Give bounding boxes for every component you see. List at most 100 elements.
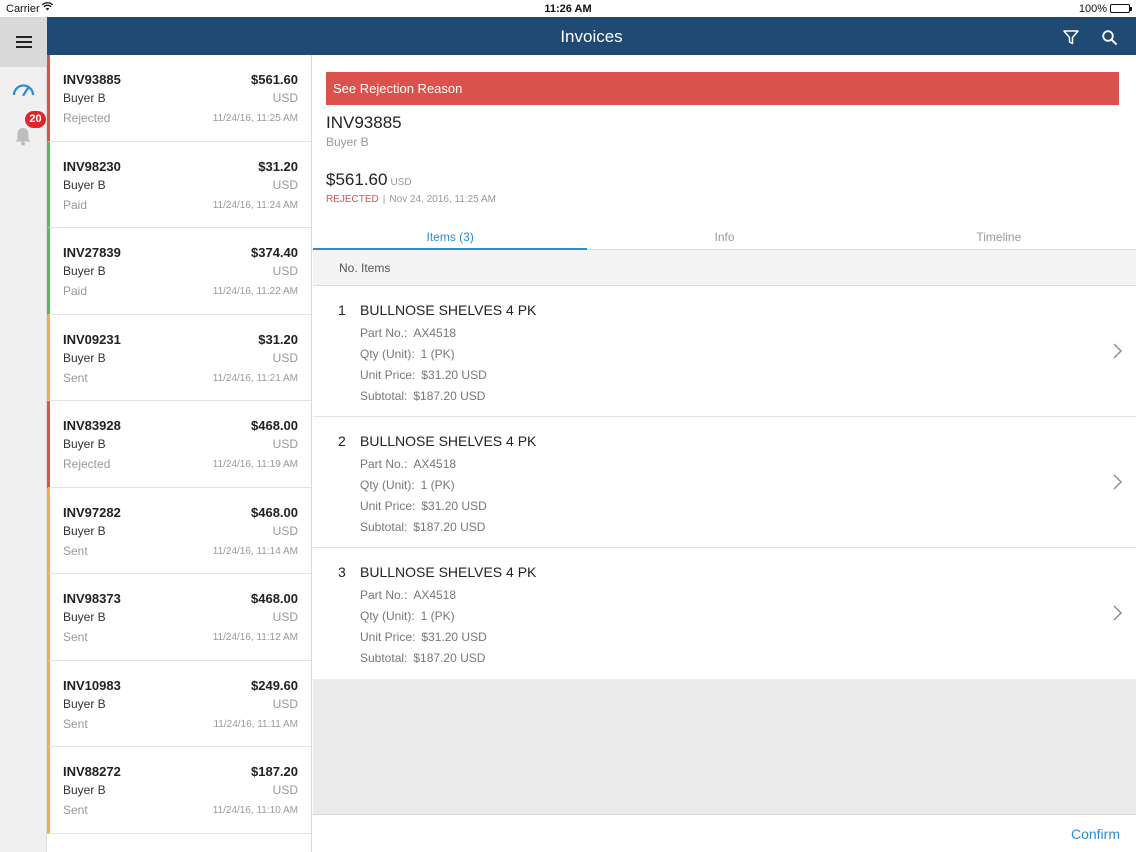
invoice-date: 11/24/16, 11:24 AM — [212, 199, 298, 211]
invoice-date: 11/24/16, 11:10 AM — [212, 805, 298, 816]
invoice-buyer: Buyer B — [63, 437, 106, 451]
invoice-number: INV09231 — [63, 331, 121, 347]
dashboard-icon[interactable] — [12, 81, 35, 102]
item-subtotal: Subtotal: $187.20 USD — [360, 389, 485, 403]
clock: 11:26 AM — [544, 3, 592, 15]
notification-badge: 20 — [25, 111, 46, 128]
line-item[interactable]: 2 BULLNOSE SHELVES 4 PK Part No.: AX4518 Qty… — [313, 417, 1136, 548]
detail-buyer: Buyer B — [326, 135, 369, 149]
invoice-row[interactable]: INV09231 $31.20 Buyer B USD Sent 11/24/16, 11… — [47, 314, 311, 401]
bottom-toolbar: Confirm — [313, 814, 1136, 852]
search-icon[interactable] — [1102, 30, 1117, 50]
invoice-row[interactable]: INV88272 $187.20 Buyer B USD Sent 11/24/16, 1… — [47, 747, 311, 834]
item-index: 1 — [338, 302, 346, 318]
tab-items[interactable]: Items (3) — [313, 225, 588, 250]
tab-timeline[interactable]: Timeline — [862, 225, 1136, 249]
part-label: Part No.: — [360, 457, 408, 471]
filter-icon[interactable] — [1063, 30, 1079, 50]
subtotal-label: Subtotal: — [360, 520, 408, 534]
invoice-date: 11/24/16, 11:22 AM — [212, 286, 298, 297]
invoice-buyer: Buyer B — [63, 91, 106, 105]
item-unit-price: Unit Price: $31.20 USD — [360, 499, 487, 513]
battery-percent: 100% — [1078, 3, 1107, 15]
invoice-currency: USD — [272, 350, 298, 365]
invoice-number: INV88272 — [63, 764, 121, 779]
price-label: Unit Price: — [360, 499, 416, 513]
items-list: 1 BULLNOSE SHELVES 4 PK Part No.: AX4518 Qty… — [313, 286, 1136, 679]
subtotal-label: Subtotal: — [360, 389, 408, 403]
invoice-status: Rejected — [63, 111, 111, 125]
detail-amount: $561.60 USD — [326, 170, 412, 190]
invoice-amount: $468.00 — [251, 418, 298, 433]
price-value: $31.20 USD — [421, 630, 487, 644]
menu-icon — [15, 36, 32, 48]
invoice-status: Sent — [63, 803, 88, 817]
invoice-list: INV93885 $561.60 Buyer B USD Rejected 11/24/1… — [47, 55, 312, 852]
status-badge: REJECTED — [326, 194, 379, 205]
invoice-amount: $468.00 — [251, 504, 298, 520]
invoice-number: INV98373 — [63, 591, 121, 606]
bell-icon[interactable] — [13, 126, 33, 151]
battery-icon — [1110, 4, 1132, 13]
invoice-number: INV93885 — [63, 72, 121, 87]
page-title: Invoices — [560, 27, 623, 46]
invoice-number: INV10983 — [63, 677, 121, 693]
invoice-currency: USD — [272, 264, 298, 278]
invoice-buyer: Buyer B — [63, 610, 106, 624]
status-separator: | — [382, 194, 386, 205]
price-label: Unit Price: — [360, 368, 416, 382]
invoice-amount: $31.20 — [258, 158, 298, 174]
invoice-amount: $561.60 — [251, 72, 298, 87]
part-value: AX4518 — [413, 457, 457, 471]
detail-tabs: Items (3) Info Timeline — [313, 225, 1136, 250]
qty-value: 1 (PK) — [420, 347, 455, 361]
item-index: 2 — [338, 433, 346, 449]
detail-status-line: REJECTED | Nov 24, 2016, 11:25 AM — [326, 194, 496, 205]
chevron-right-icon — [1113, 474, 1122, 495]
invoice-date: 11/24/16, 11:11 AM — [213, 718, 298, 730]
invoice-row[interactable]: INV97282 $468.00 Buyer B USD Sent 11/24/16, 1… — [47, 487, 311, 574]
item-subtotal: Subtotal: $187.20 USD — [360, 651, 485, 665]
qty-label: Qty (Unit): — [360, 478, 415, 492]
invoice-buyer: Buyer B — [63, 177, 106, 192]
rejection-reason-banner[interactable]: See Rejection Reason — [326, 72, 1119, 105]
item-name: BULLNOSE SHELVES 4 PK — [360, 302, 537, 318]
tab-info[interactable]: Info — [587, 225, 861, 249]
subtotal-value: $187.20 USD — [413, 651, 486, 665]
line-item[interactable]: 1 BULLNOSE SHELVES 4 PK Part No.: AX4518 Qty… — [313, 286, 1136, 417]
status-bar: Carrier 11:26 AM 100% — [0, 0, 1136, 17]
invoice-amount: $468.00 — [251, 591, 298, 606]
invoice-buyer: Buyer B — [63, 696, 106, 711]
invoice-amount: $187.20 — [251, 764, 298, 779]
item-unit-price: Unit Price: $31.20 USD — [360, 368, 487, 382]
subtotal-value: $187.20 USD — [413, 520, 486, 534]
part-label: Part No.: — [360, 588, 408, 602]
invoice-row[interactable]: INV98373 $468.00 Buyer B USD Sent 11/24/16, 1… — [47, 574, 311, 661]
qty-label: Qty (Unit): — [360, 347, 415, 361]
item-part-number: Part No.: AX4518 — [360, 588, 456, 602]
invoice-number: INV27839 — [63, 245, 121, 260]
item-part-number: Part No.: AX4518 — [360, 326, 456, 340]
invoice-row[interactable]: INV98230 $31.20 Buyer B USD Paid 11/24/16, 11… — [47, 141, 311, 228]
invoice-date: 11/24/16, 11:14 AM — [212, 545, 298, 557]
invoice-status: Sent — [63, 543, 88, 558]
menu-button[interactable] — [0, 17, 47, 67]
invoice-row[interactable]: INV27839 $374.40 Buyer B USD Paid 11/24/16, 1… — [47, 228, 311, 315]
item-name: BULLNOSE SHELVES 4 PK — [360, 564, 537, 580]
invoice-number: INV98230 — [63, 158, 121, 174]
part-value: AX4518 — [413, 326, 457, 340]
invoice-row[interactable]: INV10983 $249.60 Buyer B USD Sent 11/24/16, 1… — [47, 660, 311, 747]
invoice-amount: $31.20 — [258, 331, 298, 347]
items-column-header: No. Items — [313, 250, 1136, 286]
confirm-button[interactable]: Confirm — [1071, 826, 1120, 842]
invoice-row[interactable]: INV93885 $561.60 Buyer B USD Rejected 11/24/1… — [47, 55, 311, 142]
invoice-row[interactable]: INV83928 $468.00 Buyer B USD Rejected 11/24/1… — [47, 401, 311, 488]
invoice-buyer: Buyer B — [63, 783, 106, 797]
item-part-number: Part No.: AX4518 — [360, 457, 456, 471]
invoice-status: Rejected — [63, 457, 111, 471]
invoice-date: 11/24/16, 11:19 AM — [212, 459, 298, 470]
chevron-right-icon — [1113, 343, 1122, 364]
line-item[interactable]: 3 BULLNOSE SHELVES 4 PK Part No.: AX4518 Qty… — [313, 548, 1136, 679]
left-rail: 20 — [0, 17, 47, 852]
invoice-detail: See Rejection Reason INV93885 Buyer B $5… — [313, 55, 1136, 852]
